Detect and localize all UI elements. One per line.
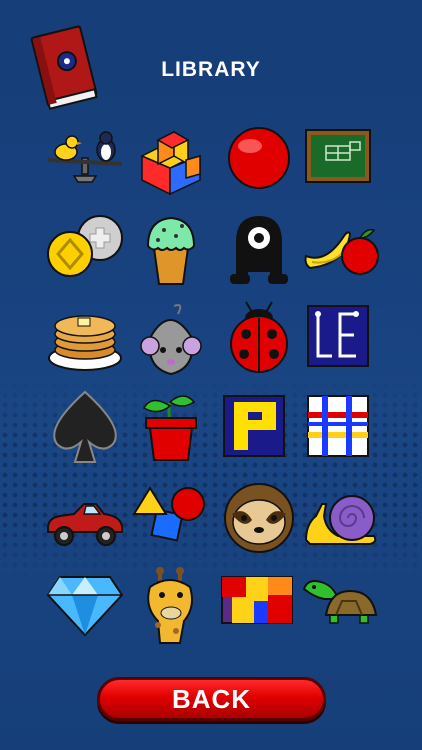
one-eyed-monster-icon[interactable]: [218, 208, 300, 290]
page-title: LIBRARY: [161, 58, 261, 81]
chalkboard-icon[interactable]: [302, 118, 384, 200]
giraffe-icon[interactable]: [130, 565, 212, 647]
banana-apple-icon[interactable]: [302, 208, 384, 290]
turtle-icon[interactable]: [302, 565, 384, 647]
spade-icon[interactable]: [44, 388, 126, 470]
snail-icon[interactable]: [302, 478, 384, 560]
sloth-icon[interactable]: [218, 478, 300, 560]
le-puzzle-icon[interactable]: [302, 298, 384, 380]
mouse-icon[interactable]: [130, 298, 212, 380]
diamond-icon[interactable]: [44, 565, 126, 647]
jigsaw-blocks-icon[interactable]: [218, 565, 300, 647]
pancakes-icon[interactable]: [44, 298, 126, 380]
red-car-icon[interactable]: [44, 478, 126, 560]
shapes-icon[interactable]: [130, 478, 212, 560]
red-ball-icon[interactable]: [218, 118, 300, 200]
library-screen: LIBRARY BACK: [0, 0, 422, 750]
back-button[interactable]: BACK: [97, 677, 326, 721]
ice-cream-cone-icon[interactable]: [130, 208, 212, 290]
grid-puzzle-icon[interactable]: [302, 388, 384, 470]
ladybug-icon[interactable]: [218, 298, 300, 380]
stacked-blocks-icon[interactable]: [130, 118, 212, 200]
p-puzzle-icon[interactable]: [218, 388, 300, 470]
potted-sprout-icon[interactable]: [130, 388, 212, 470]
duck-penguin-scale-icon[interactable]: [44, 118, 126, 200]
coins-icon[interactable]: [44, 208, 126, 290]
